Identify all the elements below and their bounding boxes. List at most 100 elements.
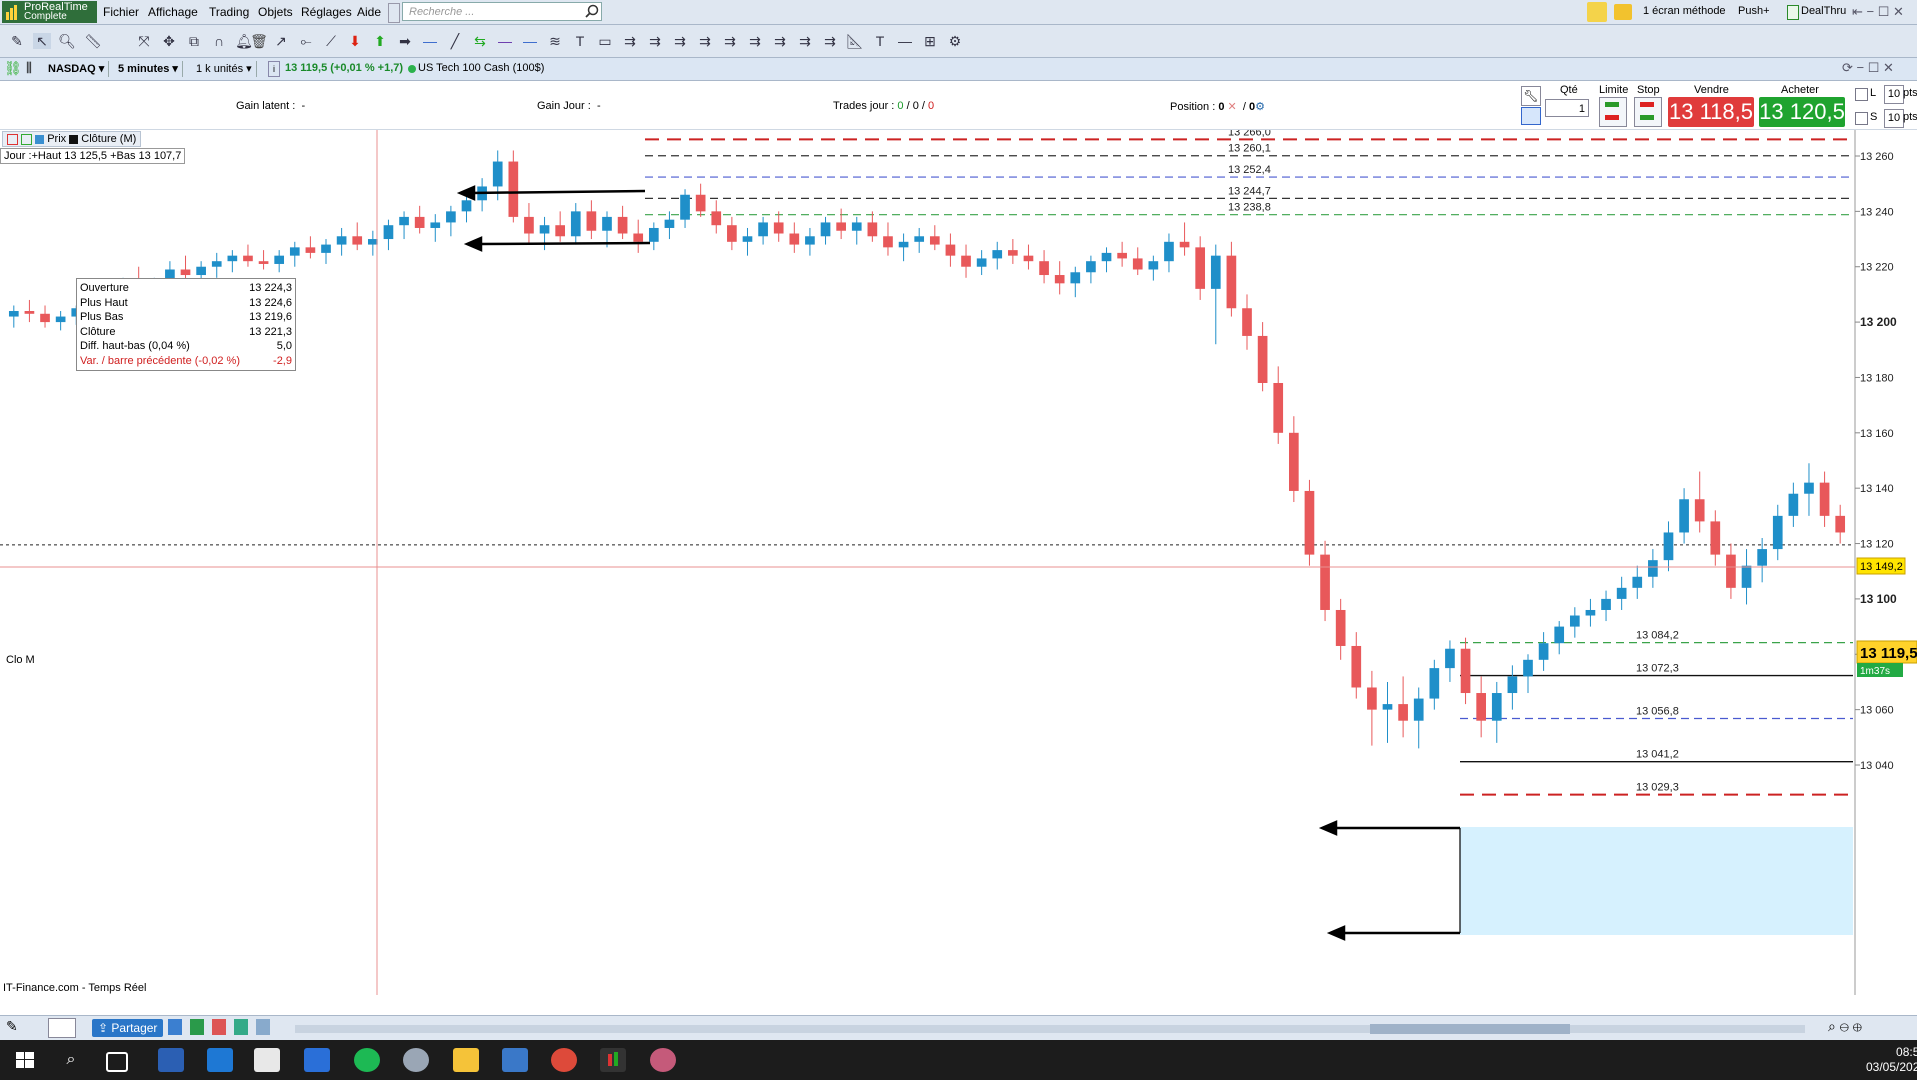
app-icon[interactable] xyxy=(403,1048,429,1072)
channel3-icon[interactable]: ⇉ xyxy=(646,33,664,49)
arrow-icon[interactable]: ↗ xyxy=(272,33,290,49)
magnet-icon[interactable]: ∩ xyxy=(210,33,228,49)
ruler2-icon[interactable]: 📐︎ xyxy=(846,33,864,49)
tool-4-icon[interactable] xyxy=(234,1019,248,1035)
taskbar-clock[interactable]: 08:5303/05/2023 xyxy=(1866,1045,1917,1075)
chart-type-icon[interactable] xyxy=(48,1018,76,1038)
s-pts-input[interactable]: 10 xyxy=(1884,109,1904,128)
window-controls[interactable]: ⇤ − ☐ ✕ xyxy=(1852,4,1904,20)
down-arrow-icon[interactable]: ⬇ xyxy=(346,33,364,49)
indicators-icon[interactable]: ⫼ xyxy=(26,60,40,76)
hline-purple-icon[interactable]: — xyxy=(496,33,514,49)
buy-button[interactable]: 13 120,5 xyxy=(1759,97,1845,127)
wrench-icon[interactable]: 🔧︎ xyxy=(1521,86,1541,106)
price-chart[interactable]: 13 266,0 13 260,1 13 252,4 13 244,7 13 238,8… xyxy=(0,130,1917,995)
search-icon[interactable] xyxy=(585,4,599,18)
text2-icon[interactable]: T xyxy=(871,33,889,49)
menu-aide[interactable]: Aide xyxy=(357,5,381,19)
up-arrow-icon[interactable]: ⬆ xyxy=(371,33,389,49)
channel-icon[interactable]: ⇆ xyxy=(471,33,489,49)
windows-start-icon[interactable] xyxy=(12,1048,38,1072)
channel9-icon[interactable]: ⇉ xyxy=(796,33,814,49)
calculator-icon[interactable] xyxy=(502,1048,528,1072)
tool-select-icon[interactable]: ⤧ xyxy=(135,33,153,49)
limit-button[interactable] xyxy=(1599,97,1627,127)
qty-input[interactable]: 1 xyxy=(1545,99,1589,117)
fibo-icon[interactable]: ≋ xyxy=(546,33,564,49)
text-tool-icon[interactable]: T xyxy=(571,33,589,49)
copy-icon[interactable]: ⧉ xyxy=(185,33,203,49)
draw-icon[interactable]: ✎ xyxy=(6,1018,26,1036)
legend-red-icon[interactable] xyxy=(7,133,18,145)
word-icon[interactable] xyxy=(158,1048,184,1072)
folder-icon[interactable] xyxy=(453,1048,479,1072)
legend-close-label[interactable]: Clôture (M) xyxy=(81,133,136,145)
channel4-icon[interactable]: ⇉ xyxy=(671,33,689,49)
scrollbar-thumb[interactable] xyxy=(1370,1024,1570,1034)
horizontal-scrollbar[interactable] xyxy=(295,1025,1805,1033)
l-pts-input[interactable]: 10 xyxy=(1884,85,1904,104)
timeframe-select[interactable]: 5 minutes ▾ xyxy=(114,61,183,77)
alert-icon[interactable] xyxy=(1614,4,1632,20)
trendline-icon[interactable]: ⟋ xyxy=(322,33,340,49)
segment-icon[interactable]: ⟜ xyxy=(297,33,315,49)
channel6-icon[interactable]: ⇉ xyxy=(721,33,739,49)
tool-2-icon[interactable] xyxy=(190,1019,204,1035)
chart-window-controls[interactable]: ⟳ − ☐ ✕ xyxy=(1842,60,1894,76)
app-blue-icon[interactable] xyxy=(207,1048,233,1072)
keyboard-icon[interactable] xyxy=(1521,107,1541,125)
legend-price-label[interactable]: Prix xyxy=(47,133,66,145)
task-view-icon[interactable] xyxy=(106,1052,128,1072)
legend-green-icon[interactable] xyxy=(21,133,33,145)
taskbar-search-icon[interactable]: ⌕ xyxy=(58,1048,84,1072)
info-icon[interactable]: i xyxy=(268,61,280,77)
hline-blue-icon[interactable]: — xyxy=(521,33,539,49)
tool-1-icon[interactable] xyxy=(168,1019,182,1035)
channel10-icon[interactable]: ⇉ xyxy=(821,33,839,49)
symbol-select[interactable]: NASDAQ ▾ xyxy=(44,61,110,77)
menu-objets[interactable]: Objets xyxy=(258,5,293,19)
menu-fichier[interactable]: Fichier xyxy=(103,5,139,19)
tool-3-icon[interactable] xyxy=(212,1019,226,1035)
stop-button[interactable] xyxy=(1634,97,1662,127)
rectangle-icon[interactable]: ▭ xyxy=(596,33,614,49)
hline-icon[interactable]: — xyxy=(421,33,439,49)
right-arrow-icon[interactable]: ➡ xyxy=(396,33,414,49)
pointer-icon[interactable]: ↖ xyxy=(33,33,51,49)
units-select[interactable]: 1 k unités ▾ xyxy=(192,61,257,77)
sell-button[interactable]: 13 118,5 xyxy=(1668,97,1754,127)
explorer-icon[interactable] xyxy=(254,1048,280,1072)
push-button[interactable]: Push+ xyxy=(1738,5,1770,17)
menu-affichage[interactable]: Affichage xyxy=(148,5,198,19)
hline2-icon[interactable]: — xyxy=(896,33,914,49)
template-icon[interactable]: ⊞ xyxy=(921,33,939,49)
zoom-icon[interactable]: 🔍︎ xyxy=(58,33,76,49)
prorealtime-taskbar-icon[interactable] xyxy=(600,1048,626,1072)
chrome-icon[interactable] xyxy=(551,1048,577,1072)
menu-reglages[interactable]: Réglages xyxy=(301,5,352,19)
search-input[interactable]: Recherche ... xyxy=(402,2,602,21)
zoom-controls[interactable]: ⌕ ⊖ ⊕ xyxy=(1828,1018,1862,1035)
spotify-icon[interactable] xyxy=(354,1048,380,1072)
channel7-icon[interactable]: ⇉ xyxy=(746,33,764,49)
s-checkbox[interactable] xyxy=(1855,112,1868,125)
indicator-icon[interactable] xyxy=(1587,2,1607,22)
pencil-icon[interactable]: ✎ xyxy=(8,33,26,49)
ruler-icon[interactable]: 📏︎ xyxy=(84,33,102,49)
link-icon[interactable]: ⛓ xyxy=(4,60,22,76)
channel2-icon[interactable]: ⇉ xyxy=(621,33,639,49)
menu-trading[interactable]: Trading xyxy=(209,5,249,19)
trash-icon[interactable]: 🗑︎ xyxy=(250,33,268,49)
share-button[interactable]: ⇪ Partager xyxy=(92,1019,164,1037)
store-icon[interactable] xyxy=(304,1048,330,1072)
channel8-icon[interactable]: ⇉ xyxy=(771,33,789,49)
channel5-icon[interactable]: ⇉ xyxy=(696,33,714,49)
tool-5-icon[interactable] xyxy=(256,1019,270,1035)
settings-icon[interactable]: ⚙ xyxy=(946,33,964,49)
app-pink-icon[interactable] xyxy=(650,1048,676,1072)
method-button[interactable]: 1 écran méthode xyxy=(1643,5,1726,17)
chart-legend[interactable]: Prix Clôture (M) xyxy=(2,131,142,147)
move-icon[interactable]: ✥ xyxy=(160,33,178,49)
l-checkbox[interactable] xyxy=(1855,88,1868,101)
line-icon[interactable]: ╱ xyxy=(446,33,464,49)
